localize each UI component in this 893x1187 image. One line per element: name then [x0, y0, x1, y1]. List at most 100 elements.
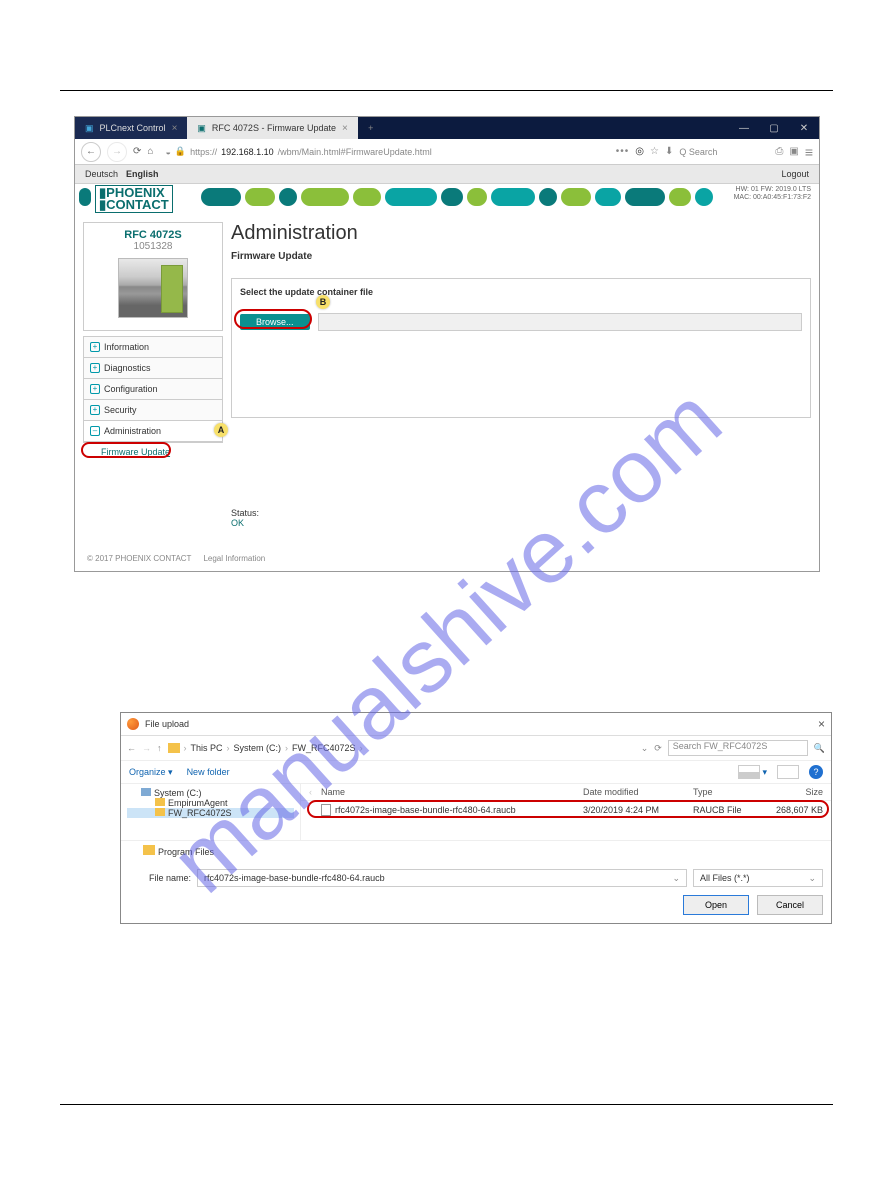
- nav-list: +Information +Diagnostics +Configuration…: [83, 336, 223, 461]
- file-row: Browse... B: [240, 313, 802, 331]
- open-button[interactable]: Open: [683, 895, 749, 915]
- logout-link[interactable]: Logout: [781, 169, 809, 179]
- tree-system[interactable]: System (C:): [127, 788, 294, 798]
- nav-information[interactable]: +Information: [83, 336, 223, 358]
- refresh-button[interactable]: ⟳: [654, 743, 662, 754]
- dialog-titlebar: File upload ×: [121, 713, 831, 736]
- reader-icon[interactable]: ◎: [635, 146, 644, 157]
- dialog-title: File upload: [145, 719, 189, 729]
- filetype-select[interactable]: All Files (*.*)⌄: [693, 869, 823, 887]
- help-button[interactable]: ?: [809, 765, 823, 779]
- close-button[interactable]: ×: [818, 717, 825, 731]
- cancel-button[interactable]: Cancel: [757, 895, 823, 915]
- copyright: © 2017 PHOENIX CONTACT: [87, 554, 191, 563]
- nav-diagnostics[interactable]: +Diagnostics: [83, 357, 223, 379]
- col-date[interactable]: Date modified: [583, 787, 693, 797]
- nav-configuration[interactable]: +Configuration: [83, 378, 223, 400]
- legal-link[interactable]: Legal Information: [203, 554, 265, 563]
- reload-button[interactable]: ⟳: [133, 146, 141, 157]
- top-rule: [60, 90, 833, 91]
- view-options[interactable]: ▾: [738, 765, 767, 779]
- firefox-icon: [127, 718, 139, 730]
- nav-firmware-update[interactable]: Firmware Update: [83, 442, 223, 461]
- plus-icon: +: [90, 363, 100, 373]
- new-folder-button[interactable]: New folder: [187, 767, 230, 777]
- url-box[interactable]: ◒ 🔒 https://192.168.1.10/wbm/Main.html#F…: [159, 146, 609, 157]
- preview-pane[interactable]: [777, 765, 799, 779]
- filename-input[interactable]: rfc4072s-image-base-bundle-rfc480-64.rau…: [197, 869, 687, 887]
- lock-icon: 🔒: [175, 146, 186, 157]
- tab-plcnext[interactable]: ▣ PLCnext Control ×: [75, 117, 187, 139]
- page-subtitle: Firmware Update: [231, 251, 811, 262]
- bookmark-icon[interactable]: ☆: [650, 146, 659, 157]
- filename-row: File name: rfc4072s-image-base-bundle-rf…: [129, 869, 823, 887]
- menu-icon[interactable]: ≡: [805, 144, 813, 160]
- tab-rfc[interactable]: ▣ RFC 4072S - Firmware Update ×: [187, 117, 357, 139]
- browse-button[interactable]: Browse...: [240, 314, 310, 330]
- bc-thispc[interactable]: This PC: [191, 743, 223, 753]
- nav-label: Administration: [104, 426, 161, 436]
- nav-security[interactable]: +Security: [83, 399, 223, 421]
- back-button[interactable]: ←: [81, 142, 101, 162]
- search-icon[interactable]: 🔍: [814, 743, 825, 754]
- url-https: https://: [190, 147, 217, 157]
- tab-label: RFC 4072S - Firmware Update: [212, 123, 336, 133]
- forward-button[interactable]: →: [142, 743, 151, 753]
- nav-label: Security: [104, 405, 137, 415]
- breadcrumb[interactable]: › This PC › System (C:) › FW_RFC4072S ›: [168, 743, 635, 753]
- search-box[interactable]: Q Search: [679, 147, 769, 157]
- dialog-nav: ← → ↑ › This PC › System (C:) › FW_RFC40…: [121, 736, 831, 761]
- dialog-body: System (C:) EmpirumAgent FW_RFC4072S ‹ N…: [121, 784, 831, 840]
- update-panel: Select the update container file Browse.…: [231, 278, 811, 418]
- sidebar-icon[interactable]: ▣: [789, 146, 798, 157]
- download-icon[interactable]: ⬇: [665, 146, 673, 157]
- tab-icon: ▣: [197, 123, 206, 134]
- nav-label: Firmware Update: [101, 447, 170, 457]
- tab-label: PLCnext Control: [100, 123, 166, 133]
- file-type: RAUCB File: [693, 805, 763, 815]
- close-window-button[interactable]: ✕: [789, 117, 819, 139]
- bc-fw[interactable]: FW_RFC4072S: [292, 743, 356, 753]
- device-name: RFC 4072S: [88, 229, 218, 241]
- right-column: Administration Firmware Update Select th…: [231, 222, 811, 528]
- up-button[interactable]: ↑: [157, 743, 162, 753]
- lang-de[interactable]: Deutsch: [85, 169, 118, 179]
- col-name[interactable]: Name: [321, 787, 583, 797]
- maximize-button[interactable]: ▢: [759, 117, 789, 139]
- home-button[interactable]: ⌂: [147, 146, 153, 157]
- nav-administration[interactable]: –Administration A: [83, 420, 223, 442]
- tree-empirum[interactable]: EmpirumAgent: [127, 798, 294, 808]
- dialog-search[interactable]: Search FW_RFC4072S: [668, 740, 808, 756]
- folder-icon: [155, 798, 165, 806]
- back-button[interactable]: ←: [127, 743, 136, 753]
- decorative-blobs: [75, 184, 819, 210]
- folder-icon: [143, 845, 155, 855]
- file-row[interactable]: rfc4072s-image-base-bundle-rfc480-64.rau…: [301, 801, 831, 819]
- folder-icon: [155, 808, 165, 816]
- marker-b: B: [316, 295, 330, 309]
- lang-en[interactable]: English: [126, 169, 159, 179]
- device-number: 1051328: [88, 241, 218, 252]
- search-placeholder: Search: [689, 147, 718, 157]
- col-type[interactable]: Type: [693, 787, 763, 797]
- actions-icon[interactable]: •••: [616, 146, 630, 157]
- program-files-row[interactable]: Program Files: [121, 840, 831, 861]
- new-tab-button[interactable]: +: [358, 117, 384, 139]
- minimize-button[interactable]: —: [729, 117, 759, 139]
- folder-icon: [168, 743, 180, 753]
- device-box: RFC 4072S 1051328: [83, 222, 223, 331]
- library-icon[interactable]: ⎙: [775, 146, 783, 157]
- browser-window: ▣ PLCnext Control × ▣ RFC 4072S - Firmwa…: [74, 116, 820, 572]
- language-bar: Deutsch English Logout: [75, 165, 819, 184]
- bottom-rule: [60, 1104, 833, 1105]
- close-icon[interactable]: ×: [342, 123, 348, 134]
- organize-menu[interactable]: Organize ▾: [129, 767, 173, 778]
- forward-button[interactable]: →: [107, 142, 127, 162]
- col-size[interactable]: Size: [763, 787, 823, 797]
- bc-sysc[interactable]: System (C:): [234, 743, 282, 753]
- tree-fw[interactable]: FW_RFC4072S: [127, 808, 294, 818]
- dialog-footer: File name: rfc4072s-image-base-bundle-rf…: [121, 861, 831, 923]
- filename-label: File name:: [129, 873, 191, 883]
- close-icon[interactable]: ×: [172, 123, 178, 134]
- phoenix-logo: ▮PHOENIX▮CONTACT: [95, 185, 173, 212]
